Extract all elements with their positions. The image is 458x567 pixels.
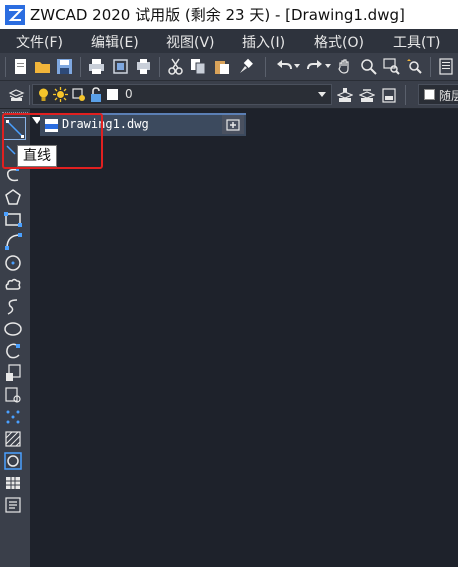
chevron-down-icon[interactable]: [318, 92, 326, 97]
paste-icon[interactable]: [213, 58, 230, 75]
menu-bar: 文件(F) 编辑(E) 视图(V) 插入(I) 格式(O) 工具(T): [0, 29, 458, 53]
make-current-layer-icon[interactable]: [337, 87, 353, 103]
current-layer-name: 0: [125, 87, 133, 101]
unlocked-icon[interactable]: [89, 87, 103, 102]
menu-view[interactable]: 视图(V): [166, 32, 215, 52]
circle-icon[interactable]: [4, 254, 22, 272]
color-dropdown[interactable]: 随层: [418, 84, 458, 105]
properties-icon[interactable]: [438, 58, 455, 75]
undo-icon[interactable]: [276, 58, 293, 75]
menu-format[interactable]: 格式(O): [314, 32, 364, 52]
publish-icon[interactable]: [135, 58, 152, 75]
print-icon[interactable]: [88, 58, 105, 75]
window-title: ZWCAD 2020 试用版 (剩余 23 天) - [Drawing1.dwg…: [30, 6, 405, 24]
color-value: 随层: [439, 89, 458, 103]
hatch-icon[interactable]: [4, 430, 22, 448]
copy-icon[interactable]: [190, 58, 207, 75]
layer-dropdown[interactable]: 0: [32, 84, 332, 105]
zoom-window-icon[interactable]: [383, 58, 400, 75]
layer-state-icon[interactable]: [381, 87, 397, 103]
menu-file[interactable]: 文件(F): [16, 32, 63, 52]
open-folder-icon[interactable]: [34, 58, 51, 75]
make-block-icon[interactable]: [4, 386, 22, 404]
viewport-freeze-icon[interactable]: [72, 88, 86, 102]
menu-edit[interactable]: 编辑(E): [91, 32, 139, 52]
zwcad-logo-icon: [5, 4, 25, 25]
point-icon[interactable]: [4, 408, 22, 426]
layer-color-swatch: [107, 89, 118, 100]
new-file-icon[interactable]: [12, 58, 29, 75]
rectangle-icon[interactable]: [4, 210, 22, 228]
new-tab-button[interactable]: [222, 115, 244, 134]
match-properties-icon[interactable]: [237, 58, 254, 75]
color-swatch: [424, 89, 435, 100]
arc-icon[interactable]: [4, 232, 22, 250]
zoom-previous-icon[interactable]: [406, 58, 423, 75]
undo-dropdown-icon[interactable]: [294, 64, 300, 68]
sun-thawed-icon[interactable]: [53, 87, 68, 102]
title-bar: ZWCAD 2020 试用版 (剩余 23 天) - [Drawing1.dwg…: [0, 0, 458, 29]
region-icon[interactable]: [4, 452, 22, 470]
ellipse-arc-icon[interactable]: [4, 342, 22, 360]
add-drawing-icon: [226, 119, 240, 131]
polygon-icon[interactable]: [4, 188, 22, 206]
standard-toolbar: [0, 53, 458, 81]
multiline-text-icon[interactable]: [4, 496, 22, 514]
spline-icon[interactable]: [4, 298, 22, 316]
menu-insert[interactable]: 插入(I): [242, 32, 285, 52]
save-icon[interactable]: [56, 58, 73, 75]
redo-icon[interactable]: [306, 58, 323, 75]
layer-previous-icon[interactable]: [359, 87, 375, 103]
pan-hand-icon[interactable]: [336, 58, 353, 75]
menu-tools[interactable]: 工具(T): [393, 32, 440, 52]
layer-manager-icon[interactable]: [8, 86, 25, 103]
cut-icon[interactable]: [167, 58, 184, 75]
drawing-canvas[interactable]: [30, 136, 458, 567]
annotation-highlight-box: [2, 113, 103, 169]
zoom-realtime-icon[interactable]: [360, 58, 377, 75]
revision-cloud-icon[interactable]: [4, 276, 22, 294]
table-icon[interactable]: [4, 474, 22, 492]
insert-block-icon[interactable]: [4, 364, 22, 382]
ellipse-icon[interactable]: [4, 320, 22, 338]
plot-preview-icon[interactable]: [112, 58, 129, 75]
redo-dropdown-icon[interactable]: [325, 64, 331, 68]
toolbar-grip: [5, 57, 6, 77]
lightbulb-on-icon[interactable]: [37, 88, 50, 102]
